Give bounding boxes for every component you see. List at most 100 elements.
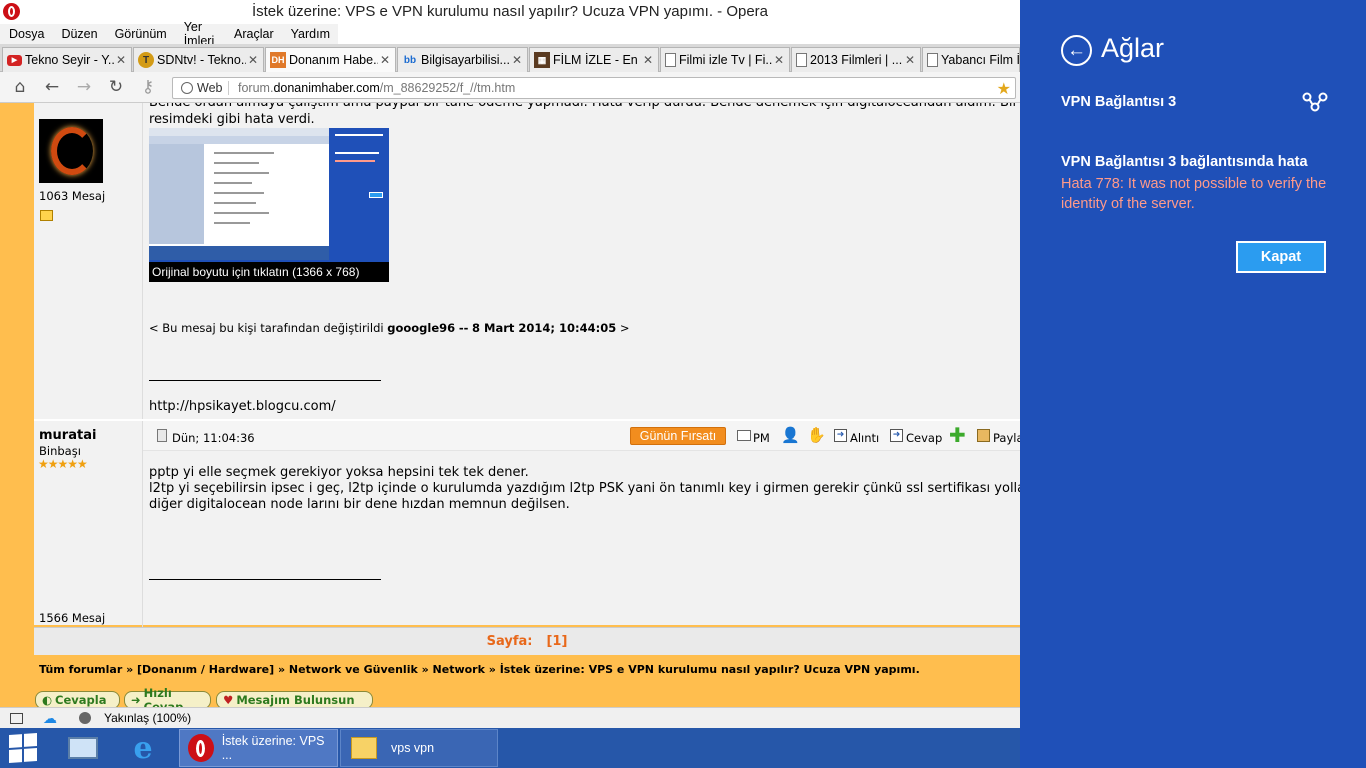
film-icon: ▦ <box>534 52 550 68</box>
close-button[interactable]: Kapat <box>1236 241 1326 273</box>
tab-bar: ▶ Tekno Seyir - Y... ✕ T SDNtv! - Tekno.… <box>0 44 1020 72</box>
forum-post: 1063 Mesaj Bende ordan almaya çalıştım a… <box>34 103 1020 419</box>
edit-separator: -- <box>458 321 469 335</box>
computer-icon <box>68 737 98 759</box>
screenshot-thumbnail[interactable]: Orijinal boyutu için tıklatın (1366 x 76… <box>149 128 389 282</box>
deal-button[interactable]: Günün Fırsatı <box>630 427 726 445</box>
tab-label: FİLM İZLE - En ... <box>553 53 641 67</box>
back-arrow-icon[interactable]: ← <box>1061 35 1092 66</box>
close-icon[interactable]: ✕ <box>903 53 917 67</box>
cloud-icon[interactable]: ☁ <box>43 710 57 727</box>
taskbar-computer[interactable] <box>60 729 106 767</box>
post-time: Dün; 11:04:36 <box>172 431 255 445</box>
post-author-column: muratai Binbaşı ★★★★★ 1566 Mesaj <box>34 421 143 643</box>
document-icon <box>157 429 167 442</box>
menu-araclar[interactable]: Araçlar <box>225 27 282 41</box>
close-icon[interactable]: ✕ <box>378 53 392 67</box>
post-line: diğer digitalocean node larını bir dene … <box>149 497 570 512</box>
site-icon: bb <box>403 54 417 66</box>
tab-film-izle[interactable]: ▦ FİLM İZLE - En ... ✕ <box>529 47 659 72</box>
tab-bilgisayarbilisi[interactable]: bb Bilgisayarbilisi... ✕ <box>397 47 528 72</box>
panel-toggle-icon[interactable] <box>10 712 23 724</box>
menu-dosya[interactable]: Dosya <box>0 27 52 41</box>
vpn-connection-name[interactable]: VPN Bağlantısı 3 <box>1061 94 1176 110</box>
home-icon[interactable]: ⌂ <box>8 76 32 98</box>
speed-dial-icon[interactable] <box>79 712 91 724</box>
url-text[interactable]: forum.donanimhaber.com/m_88629252/f_//tm… <box>229 81 515 95</box>
find-message-button[interactable]: ♥ Mesajım Bulunsun <box>216 691 373 707</box>
reply-link[interactable]: Cevap <box>906 431 942 445</box>
internet-explorer-icon: e <box>133 730 153 766</box>
avatar[interactable] <box>39 119 103 183</box>
tab-2013-filmleri[interactable]: 2013 Filmleri | ... ✕ <box>791 47 921 72</box>
globe-icon <box>181 82 193 94</box>
rank-stars: ★★★★★ <box>38 457 88 471</box>
pm-link[interactable]: PM <box>753 431 770 445</box>
edit-suffix: > <box>619 321 630 335</box>
signature-link[interactable]: http://hpsikayet.blogcu.com/ <box>149 399 336 415</box>
share-icon[interactable] <box>977 429 990 442</box>
report-hand-icon[interactable]: ✋ <box>807 426 826 444</box>
quote-link[interactable]: Alıntı <box>850 431 879 445</box>
address-bar[interactable]: Web forum.donanimhaber.com/m_88629252/f_… <box>172 77 1016 99</box>
edit-prefix: < Bu mesaj bu kişi tarafından değiştiril… <box>149 321 384 335</box>
username[interactable]: muratai <box>39 428 96 443</box>
tab-label: SDNtv! - Tekno... <box>157 53 246 67</box>
reply-button[interactable]: ◐ Cevapla <box>35 691 120 707</box>
image-caption[interactable]: Orijinal boyutu için tıklatın (1366 x 76… <box>149 262 389 282</box>
quick-reply-button[interactable]: ➜ Hızlı Cevap <box>124 686 211 707</box>
close-icon[interactable]: ✕ <box>510 53 524 67</box>
tab-filmi-izle-tv[interactable]: Filmi izle Tv | Fi... ✕ <box>660 47 790 72</box>
zoom-level[interactable]: Yakınlaş (100%) <box>104 711 191 725</box>
window-title: İstek üzerine: VPS e VPN kurulumu nasıl … <box>251 3 769 20</box>
reply-button-label: Cevapla <box>55 693 107 707</box>
dh-icon: DH <box>270 52 286 68</box>
quote-icon[interactable]: ➜ <box>834 429 847 442</box>
close-icon[interactable]: ✕ <box>114 53 128 67</box>
menu-yardim[interactable]: Yardım <box>282 27 338 41</box>
error-title: VPN Bağlantısı 3 bağlantısında hata <box>1061 154 1308 170</box>
arrow-icon: ➜ <box>131 693 141 707</box>
close-icon[interactable]: ✕ <box>641 53 655 67</box>
navigation-bar: ⌂ ← → ↻ ⚷ Web forum.donanimhaber.com/m_8… <box>0 72 1020 103</box>
close-icon[interactable]: ✕ <box>246 53 260 67</box>
back-arrow-icon[interactable]: ← <box>40 76 64 98</box>
tab-tekno-seyir[interactable]: ▶ Tekno Seyir - Y... ✕ <box>2 47 132 72</box>
page-icon <box>796 53 807 67</box>
menu-duzen[interactable]: Düzen <box>52 27 105 41</box>
breadcrumb[interactable]: Tüm forumlar » [Donanım / Hardware] » Ne… <box>39 663 920 676</box>
pm-icon[interactable] <box>737 430 751 441</box>
plus-icon[interactable]: ✚ <box>949 423 966 447</box>
pagination: Sayfa: [1] <box>34 627 1020 655</box>
reply-icon[interactable]: ➜ <box>890 429 903 442</box>
url-domain: donanimhaber.com <box>273 81 380 95</box>
start-button[interactable] <box>0 729 46 767</box>
tab-donanimhaber[interactable]: DH Donanım Habe... ✕ <box>265 47 396 72</box>
tab-label: Yabancı Film İz <box>941 53 1019 67</box>
web-label: Web <box>197 81 223 95</box>
taskbar-folder[interactable]: vps vpn <box>340 729 498 767</box>
close-icon[interactable]: ✕ <box>772 53 786 67</box>
vpn-connection-icon <box>1302 92 1328 117</box>
menu-gorunum[interactable]: Görünüm <box>106 27 175 41</box>
add-friend-icon[interactable]: 👤 <box>781 426 800 444</box>
web-search-indicator[interactable]: Web <box>173 81 229 95</box>
taskbar-ie[interactable]: e <box>120 729 166 767</box>
page-link[interactable]: [1] <box>546 634 567 649</box>
tab-sdntv[interactable]: T SDNtv! - Tekno... ✕ <box>133 47 264 72</box>
edit-user[interactable]: gooogle96 <box>387 321 455 335</box>
user-info-icon[interactable] <box>40 210 53 221</box>
tab-label: 2013 Filmleri | ... <box>810 53 903 67</box>
forum-page: 1063 Mesaj Bende ordan almaya çalıştım a… <box>0 103 1020 707</box>
tab-yabanci-film[interactable]: Yabancı Film İz <box>922 47 1020 72</box>
forward-arrow-icon[interactable]: → <box>72 76 96 98</box>
bookmark-star-icon[interactable]: ★ <box>997 79 1011 98</box>
share-link[interactable]: Payla <box>993 431 1020 445</box>
menu-bar: Dosya Düzen Görünüm Yer İmleri Araçlar Y… <box>0 20 338 48</box>
tab-label: Bilgisayarbilisi... <box>421 53 510 67</box>
key-icon[interactable]: ⚷ <box>136 76 160 98</box>
tab-label: Donanım Habe... <box>289 53 378 67</box>
reload-icon[interactable]: ↻ <box>104 76 128 98</box>
taskbar-opera[interactable]: İstek üzerine: VPS ... <box>179 729 338 767</box>
reply-icon: ◐ <box>42 693 53 707</box>
